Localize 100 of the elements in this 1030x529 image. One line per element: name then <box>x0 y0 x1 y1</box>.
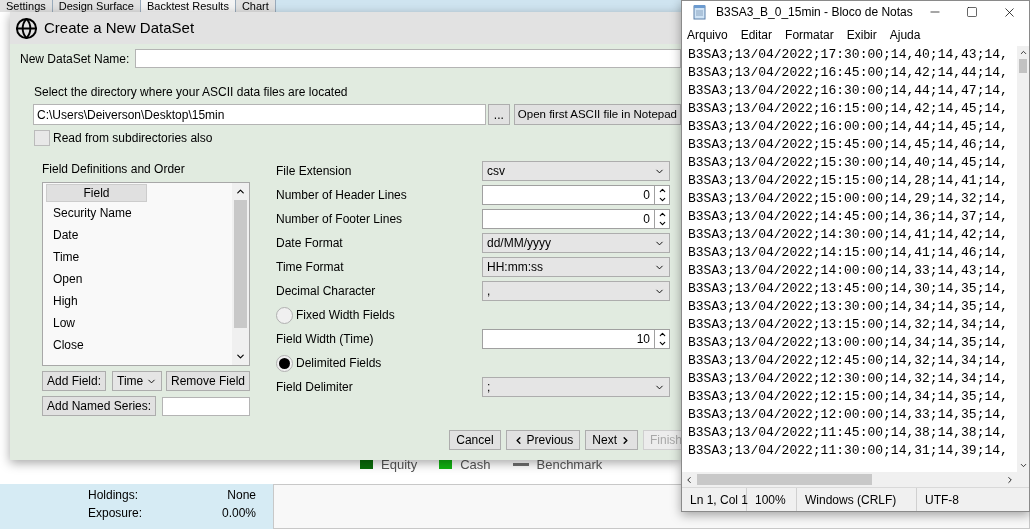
menu-item[interactable]: Editar <box>740 25 773 44</box>
text-line: B3SA3;13/04/2022;11:30:00;14,31;14,39;14, <box>688 442 1009 460</box>
setting-label: File Extension <box>276 163 353 180</box>
directory-label: Select the directory where your ASCII data files are located <box>34 85 349 99</box>
menu-item[interactable]: Formatar <box>785 25 834 44</box>
text-line: B3SA3;13/04/2022;16:30:00;14,44;14,47;14, <box>688 82 1009 100</box>
app-tab[interactable]: Backtest Results <box>140 0 236 12</box>
stat-label: Exposure: <box>88 505 143 522</box>
app-tab[interactable]: Chart <box>235 0 276 12</box>
field-item[interactable]: Date <box>53 224 232 246</box>
text-line: B3SA3;13/04/2022;12:45:00;14,32;14,34;14, <box>688 352 1009 370</box>
stat-value: 0.00% <box>221 505 256 522</box>
menu-item[interactable]: Arquivo <box>687 25 728 44</box>
text-line: B3SA3;13/04/2022;13:00:00;14,34;14,35;14, <box>688 334 1009 352</box>
text-line: B3SA3;13/04/2022;14:30:00;14,41;14,42;14, <box>688 226 1009 244</box>
checkbox-label: Read from subdirectories also <box>53 130 213 147</box>
section-title: Field Definitions and Order <box>42 162 186 176</box>
dropdown[interactable]: , <box>482 281 670 301</box>
chevron-right-icon <box>620 434 631 446</box>
text-line: B3SA3;13/04/2022;16:15:00;14,42;14,45;14, <box>688 100 1009 118</box>
text-line: B3SA3;13/04/2022;16:45:00;14,42;14,44;14, <box>688 64 1009 82</box>
field-label: New DataSet Name: <box>20 50 130 68</box>
status-text: UTF-8 <box>924 491 959 509</box>
scroll-down-icon[interactable] <box>1018 461 1028 470</box>
scrollbar-thumb[interactable] <box>234 200 247 328</box>
scroll-down-icon[interactable] <box>235 351 246 362</box>
dropdown[interactable]: Time <box>112 371 162 391</box>
number-spinner[interactable]: 0 <box>482 185 670 205</box>
text-line: B3SA3;13/04/2022;12:30:00;14,32;14,34;14, <box>688 370 1009 388</box>
scrollbar-thumb[interactable] <box>1019 59 1027 73</box>
spinner-value: 10 <box>635 331 651 348</box>
field-item[interactable]: Security Name <box>53 202 232 224</box>
setting-label: Field Delimiter <box>276 379 354 396</box>
spinner-value: 0 <box>642 187 651 204</box>
text-line: B3SA3;13/04/2022;14:00:00;14,33;14,43;14, <box>688 262 1009 280</box>
text-line: B3SA3;13/04/2022;15:30:00;14,40;14,45;14, <box>688 154 1009 172</box>
dropdown[interactable]: csv <box>482 161 670 181</box>
column-header[interactable]: Field <box>46 184 147 202</box>
scroll-left-icon[interactable] <box>684 474 694 485</box>
spinner-value: 0 <box>642 211 651 228</box>
legend-label: Equity <box>381 455 418 474</box>
app-tab[interactable]: Design Surface <box>52 0 141 12</box>
setting-label: Decimal Character <box>276 283 377 300</box>
number-spinner[interactable]: 0 <box>482 209 670 229</box>
add-field-button[interactable]: Add Field: <box>42 371 107 391</box>
stat-label: Holdings: <box>88 487 139 504</box>
radio-label: Fixed Width Fields <box>296 307 395 324</box>
radio-label: Delimited Fields <box>296 355 382 372</box>
text-line: B3SA3;13/04/2022;12:00:00;14,33;14,35;14, <box>688 406 1009 424</box>
text-line: B3SA3;13/04/2022;13:30:00;14,34;14,35;14, <box>688 298 1009 316</box>
setting-label: Field Width (Time) <box>276 331 375 348</box>
wizard-button[interactable]: Previous <box>505 430 581 450</box>
field-item[interactable]: Close <box>53 334 232 356</box>
radio-button[interactable] <box>276 354 293 372</box>
dataset-name-field[interactable] <box>135 49 681 68</box>
field-item[interactable]: Low <box>53 312 232 334</box>
field-item[interactable]: High <box>53 290 232 312</box>
dropdown[interactable]: ; <box>482 377 670 397</box>
text-line: B3SA3;13/04/2022;12:15:00;14,34;14,35;14, <box>688 388 1009 406</box>
scroll-right-icon[interactable] <box>1005 474 1015 485</box>
text-line: B3SA3;13/04/2022;17:30:00;14,40;14,43;14, <box>688 46 1009 64</box>
legend-label: Benchmark <box>536 455 603 474</box>
dialog-title: Create a New DataSet <box>44 17 195 38</box>
menu-item[interactable]: Ajuda <box>889 25 921 44</box>
status-text: Windows (CRLF) <box>797 488 917 511</box>
setting-label: Time Format <box>276 259 345 276</box>
add-series-button[interactable]: Add Named Series: <box>42 396 157 416</box>
scroll-up-icon[interactable] <box>1018 48 1028 57</box>
vertical-scrollbar[interactable] <box>232 183 249 365</box>
field-item[interactable]: Time <box>53 246 232 268</box>
menu-item[interactable]: Exibir <box>846 25 877 44</box>
text-line: B3SA3;13/04/2022;16:00:00;14,44;14,45;14, <box>688 118 1009 136</box>
setting-label: Date Format <box>276 235 344 252</box>
checkbox[interactable] <box>34 130 50 146</box>
text-line: B3SA3;13/04/2022;14:15:00;14,41;14,46;14, <box>688 244 1009 262</box>
maximize-icon[interactable] <box>966 6 978 18</box>
browse-button[interactable]: ... <box>487 104 510 125</box>
status-text: Ln 1, Col 1 <box>682 488 747 511</box>
horizontal-scrollbar[interactable] <box>682 472 1029 487</box>
dropdown[interactable]: dd/MM/yyyy <box>482 233 670 253</box>
remove-field-button[interactable]: Remove Field <box>165 371 250 391</box>
dropdown[interactable]: HH:mm:ss <box>482 257 670 277</box>
series-name-field[interactable] <box>162 396 250 416</box>
text-line: B3SA3;13/04/2022;15:15:00;14,28;14,41;14, <box>688 172 1009 190</box>
text-line: B3SA3;13/04/2022;15:00:00;14,29;14,32;14, <box>688 190 1009 208</box>
directory-field[interactable]: C:\Users\Deiverson\Desktop\15min <box>33 104 486 125</box>
notepad-icon <box>692 4 708 20</box>
text-line: B3SA3;13/04/2022;13:45:00;14,30;14,35;14, <box>688 280 1009 298</box>
stat-value: None <box>227 487 256 504</box>
status-text: 100% <box>747 488 797 511</box>
vertical-scrollbar[interactable] <box>1017 46 1029 472</box>
number-spinner[interactable]: 10 <box>482 329 670 349</box>
wizard-button[interactable]: Next <box>585 430 638 450</box>
radio-button[interactable] <box>276 306 293 324</box>
open-in-notepad-button[interactable]: Open first ASCII file in Notepad <box>513 104 681 125</box>
scrollbar-thumb[interactable] <box>697 474 872 485</box>
notepad-title: B3SA3_B_0_15min - Bloco de Notas <box>716 4 913 21</box>
field-item[interactable]: Open <box>53 268 232 290</box>
wizard-button[interactable]: Cancel <box>449 430 501 450</box>
app-tab[interactable]: Settings <box>0 0 53 12</box>
